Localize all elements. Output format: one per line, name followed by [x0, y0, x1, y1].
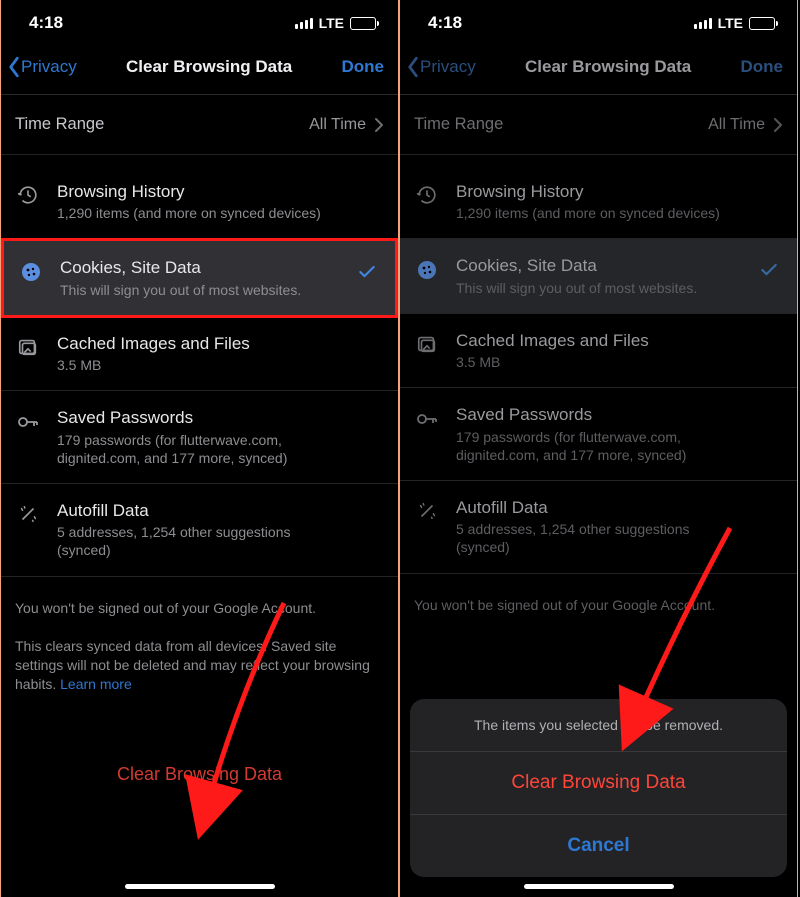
network-label: LTE	[718, 15, 743, 31]
screenshot-left: 4:18 LTE Privacy Clear Browsing Data Don…	[0, 0, 399, 897]
clear-browsing-data-button[interactable]: Clear Browsing Data	[1, 700, 398, 805]
signal-icon	[295, 17, 313, 29]
cookies-sub: This will sign you out of most websites.	[60, 281, 341, 299]
home-indicator[interactable]	[524, 884, 674, 889]
time-range-value: All Time	[708, 116, 765, 134]
screenshot-right: 4:18 LTE Privacy Clear Browsing Data Don…	[399, 0, 798, 897]
sheet-message: The items you selected will be removed.	[410, 699, 787, 752]
sheet-confirm-button[interactable]: Clear Browsing Data	[410, 752, 787, 815]
history-icon	[414, 181, 440, 206]
time-range-row[interactable]: Time Range All Time	[1, 95, 398, 155]
history-icon	[15, 181, 41, 206]
item-browsing-history[interactable]: Browsing History 1,290 items (and more o…	[400, 165, 797, 239]
item-autofill[interactable]: Autofill Data 5 addresses, 1,254 other s…	[1, 484, 398, 577]
network-label: LTE	[319, 15, 344, 31]
sheet-cancel-button[interactable]: Cancel	[410, 815, 787, 877]
footnote-signout: You won't be signed out of your Google A…	[1, 577, 398, 624]
nav-title: Clear Browsing Data	[126, 57, 292, 77]
checkmark-icon	[357, 257, 381, 287]
signal-icon	[694, 17, 712, 29]
nav-done-button[interactable]: Done	[741, 57, 784, 77]
nav-back-button[interactable]: Privacy	[7, 56, 77, 78]
content-left: Time Range All Time Browsing History 1,2…	[1, 95, 398, 897]
autofill-sub: 5 addresses, 1,254 other suggestions (sy…	[456, 520, 743, 556]
image-icon	[15, 333, 41, 358]
battery-icon	[749, 17, 775, 30]
nav-back-label: Privacy	[21, 57, 77, 77]
cookie-icon	[18, 257, 44, 284]
status-bar: 4:18 LTE	[1, 0, 398, 46]
time-range-value: All Time	[309, 116, 366, 134]
chevron-right-icon	[374, 117, 384, 133]
nav-bar: Privacy Clear Browsing Data Done	[400, 46, 797, 95]
key-icon	[15, 407, 41, 434]
item-passwords[interactable]: Saved Passwords 179 passwords (for flutt…	[1, 391, 398, 484]
footnote-sync: This clears synced data from all devices…	[1, 623, 398, 700]
key-icon	[414, 404, 440, 431]
cookies-title: Cookies, Site Data	[456, 255, 743, 276]
cookies-title: Cookies, Site Data	[60, 257, 341, 278]
image-icon	[414, 330, 440, 355]
passwords-sub: 179 passwords (for flutterwave.com, dign…	[456, 428, 743, 464]
nav-back-label: Privacy	[420, 57, 476, 77]
chevron-right-icon	[773, 117, 783, 133]
time-range-label: Time Range	[414, 115, 503, 134]
autofill-title: Autofill Data	[57, 500, 344, 521]
history-title: Browsing History	[57, 181, 344, 202]
cache-title: Cached Images and Files	[456, 330, 743, 351]
item-passwords[interactable]: Saved Passwords 179 passwords (for flutt…	[400, 388, 797, 481]
history-sub: 1,290 items (and more on synced devices)	[456, 204, 743, 222]
content-right: Time Range All Time Browsing History 1,2…	[400, 95, 797, 897]
history-title: Browsing History	[456, 181, 743, 202]
item-browsing-history[interactable]: Browsing History 1,290 items (and more o…	[1, 165, 398, 239]
chevron-left-icon	[406, 56, 420, 78]
history-sub: 1,290 items (and more on synced devices)	[57, 204, 344, 222]
status-time: 4:18	[428, 13, 462, 33]
learn-more-link[interactable]: Learn more	[60, 676, 132, 692]
cache-sub: 3.5 MB	[57, 356, 344, 374]
cache-sub: 3.5 MB	[456, 353, 743, 371]
item-cached[interactable]: Cached Images and Files 3.5 MB	[400, 314, 797, 388]
nav-back-button[interactable]: Privacy	[406, 56, 476, 78]
nav-bar: Privacy Clear Browsing Data Done	[1, 46, 398, 95]
chevron-left-icon	[7, 56, 21, 78]
action-sheet: The items you selected will be removed. …	[410, 699, 787, 877]
item-cookies[interactable]: Cookies, Site Data This will sign you ou…	[400, 239, 797, 313]
passwords-title: Saved Passwords	[456, 404, 743, 425]
passwords-title: Saved Passwords	[57, 407, 344, 428]
autofill-title: Autofill Data	[456, 497, 743, 518]
wand-icon	[15, 500, 41, 525]
item-cached[interactable]: Cached Images and Files 3.5 MB	[1, 317, 398, 391]
time-range-label: Time Range	[15, 115, 104, 134]
autofill-sub: 5 addresses, 1,254 other suggestions (sy…	[57, 523, 344, 559]
nav-done-button[interactable]: Done	[342, 57, 385, 77]
time-range-row[interactable]: Time Range All Time	[400, 95, 797, 155]
cache-title: Cached Images and Files	[57, 333, 344, 354]
wand-icon	[414, 497, 440, 522]
footnote-signout: You won't be signed out of your Google A…	[400, 574, 797, 621]
cookie-icon	[414, 255, 440, 282]
status-bar: 4:18 LTE	[400, 0, 797, 46]
cookies-sub: This will sign you out of most websites.	[456, 279, 743, 297]
passwords-sub: 179 passwords (for flutterwave.com, dign…	[57, 431, 344, 467]
item-autofill[interactable]: Autofill Data 5 addresses, 1,254 other s…	[400, 481, 797, 574]
home-indicator[interactable]	[125, 884, 275, 889]
nav-title: Clear Browsing Data	[525, 57, 691, 77]
checkmark-icon	[759, 255, 783, 285]
battery-icon	[350, 17, 376, 30]
item-cookies[interactable]: Cookies, Site Data This will sign you ou…	[1, 238, 398, 317]
status-time: 4:18	[29, 13, 63, 33]
